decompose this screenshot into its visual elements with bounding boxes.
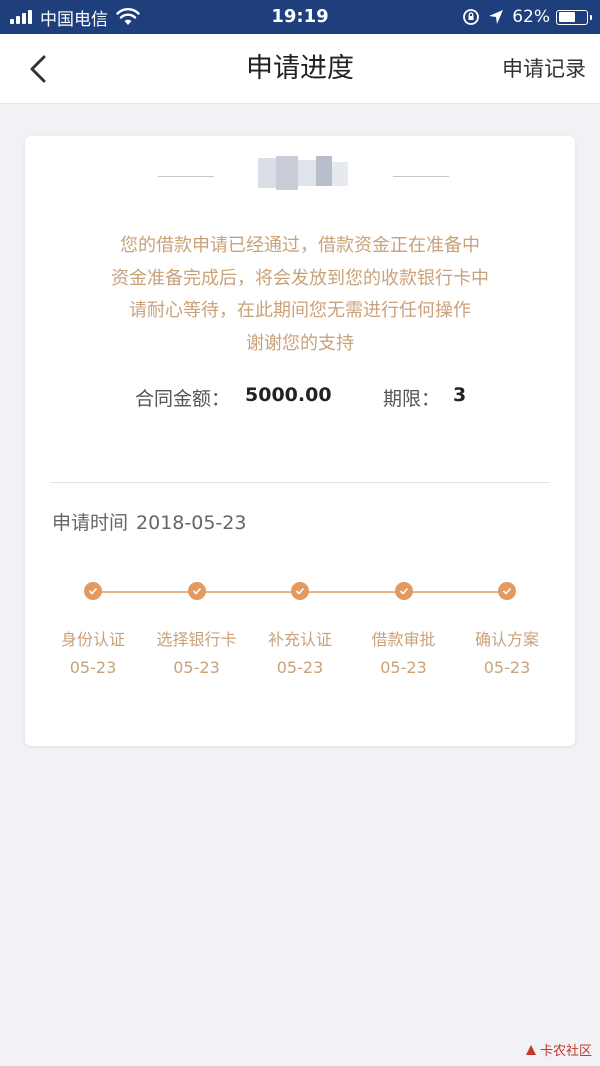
step-date: 05-23 [173, 658, 220, 677]
progress-step: 身份认证 05-23 [41, 582, 145, 677]
watermark: 卡农社区 [524, 1040, 592, 1059]
battery-icon [556, 9, 592, 25]
apply-time-value: 2018-05-23 [136, 512, 247, 534]
progress-step: 选择银行卡 05-23 [145, 582, 249, 677]
step-label: 身份认证 [60, 630, 125, 649]
progress-step: 借款审批 05-23 [352, 582, 456, 677]
watermark-logo-icon [525, 1044, 536, 1055]
contract-amount-label: 合同金额： [135, 388, 231, 410]
back-button[interactable] [22, 52, 56, 86]
apply-time-label: 申请时间 [52, 512, 129, 534]
step-label: 选择银行卡 [156, 630, 237, 649]
progress-step: 确认方案 05-23 [455, 582, 559, 677]
contract-amount-value: 5000.00 [245, 384, 332, 406]
step-date: 05-23 [276, 658, 324, 677]
battery-level [558, 12, 576, 22]
check-icon [291, 582, 309, 600]
step-label: 确认方案 [474, 630, 539, 649]
decorative-line-left [158, 176, 214, 177]
check-icon [498, 582, 516, 600]
term-label: 期限： [383, 388, 441, 410]
application-record-link[interactable]: 申请记录 [502, 34, 586, 104]
step-date: 05-23 [380, 658, 427, 677]
check-icon [187, 582, 206, 600]
contract-info-row: 合同金额： 5000.00 期限： 3 [25, 384, 575, 414]
approval-message: 您的借款申请已经通过，借款资金正在准备中 资金准备完成后，将会发放到您的收款银行… [25, 230, 575, 360]
location-icon [489, 10, 504, 24]
orientation-lock-icon [463, 9, 480, 25]
check-icon [84, 582, 102, 600]
step-label: 补充认证 [267, 630, 332, 649]
term-value: 3 [453, 384, 467, 406]
check-icon [394, 582, 413, 600]
decorative-line-right [393, 176, 449, 177]
progress-step: 补充认证 05-23 [248, 582, 352, 677]
watermark-text: 卡农社区 [539, 1044, 592, 1059]
message-line: 您的借款申请已经通过，借款资金正在准备中 [120, 235, 480, 256]
step-date: 05-23 [483, 658, 531, 677]
progress-card: 您的借款申请已经通过，借款资金正在准备中 资金准备完成后，将会发放到您的收款银行… [25, 136, 575, 746]
blurred-logo [258, 156, 348, 190]
step-date: 05-23 [69, 658, 117, 677]
apply-time: 申请时间 2018-05-23 [52, 508, 246, 535]
status-bar-right: 62% [462, 0, 592, 34]
divider [50, 482, 550, 483]
step-label: 借款审批 [371, 630, 436, 649]
status-bar: 中国电信 19:19 62% [0, 0, 600, 34]
message-line: 请耐心等待，在此期间您无需进行任何操作 [129, 300, 471, 321]
message-line: 资金准备完成后，将会发放到您的收款银行卡中 [111, 267, 489, 289]
battery-percent: 62% [512, 7, 550, 27]
message-line: 谢谢您的支持 [246, 332, 354, 354]
nav-bar: 申请进度 申请记录 [0, 34, 600, 104]
